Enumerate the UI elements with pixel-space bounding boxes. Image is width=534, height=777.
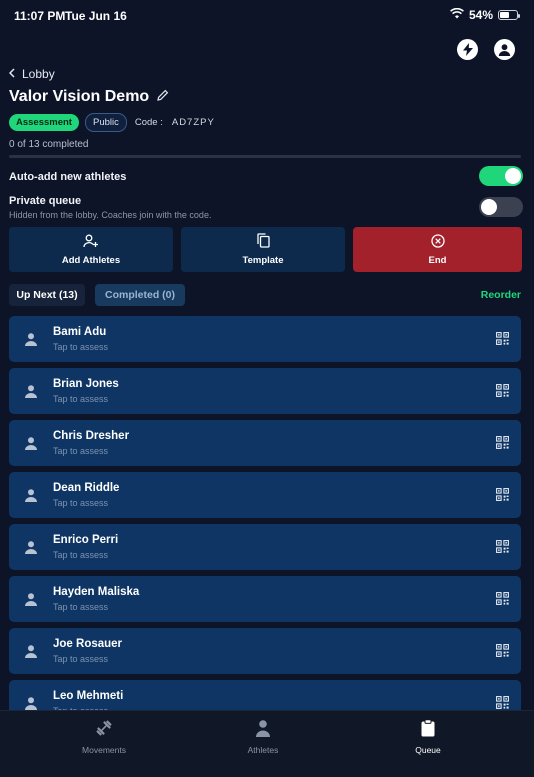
end-label: End <box>428 254 447 266</box>
tab-up-next[interactable]: Up Next (13) <box>9 284 85 306</box>
chevron-left-icon <box>8 67 15 81</box>
code-label: Code : <box>134 117 163 128</box>
pencil-icon[interactable] <box>157 88 169 106</box>
qr-code-icon[interactable] <box>496 332 509 350</box>
person-icon <box>24 332 38 351</box>
session-code: AD7ZPY <box>171 117 215 128</box>
athlete-name: Leo Mehmeti <box>53 690 124 702</box>
list-item[interactable]: Enrico Perri Tap to assess <box>9 524 521 570</box>
qr-code-icon[interactable] <box>496 488 509 506</box>
bottom-nav: Movements Athletes Queue <box>0 710 534 777</box>
reorder-button[interactable]: Reorder <box>481 289 521 301</box>
person-icon <box>24 384 38 403</box>
list-item[interactable]: Leo Mehmeti Tap to assess <box>9 680 521 710</box>
lightning-icon[interactable] <box>457 39 478 60</box>
qr-code-icon[interactable] <box>496 540 509 558</box>
athlete-subtitle: Tap to assess <box>53 342 109 352</box>
private-queue-setting: Private queue Hidden from the lobby. Coa… <box>9 195 523 220</box>
page-title: Valor Vision Demo <box>9 88 150 105</box>
wifi-icon <box>450 7 464 22</box>
qr-code-icon[interactable] <box>496 696 509 710</box>
athlete-subtitle: Tap to assess <box>53 394 109 404</box>
person-icon <box>24 540 38 559</box>
person-icon <box>24 436 38 455</box>
add-athletes-label: Add Athletes <box>61 254 121 266</box>
athlete-subtitle: Tap to assess <box>53 654 109 664</box>
nav-movements[interactable]: Movements <box>44 719 164 755</box>
athlete-name: Enrico Perri <box>53 534 119 546</box>
nav-athletes[interactable]: Athletes <box>203 719 323 755</box>
person-icon <box>24 592 38 611</box>
progress-bar <box>9 155 521 158</box>
list-item[interactable]: Hayden Maliska Tap to assess <box>9 576 521 622</box>
qr-code-icon[interactable] <box>496 384 509 402</box>
back-label: Lobby <box>22 67 55 81</box>
add-athletes-button[interactable]: Add Athletes <box>9 227 173 272</box>
battery-percent: 54% <box>468 8 493 22</box>
progress-text: 0 of 13 completed <box>9 139 89 150</box>
athlete-subtitle: Tap to assess <box>53 602 109 612</box>
nav-athletes-label: Athletes <box>247 745 279 755</box>
type-badge: Assessment <box>9 114 79 131</box>
athlete-name: Dean Riddle <box>53 482 120 494</box>
nav-movements-label: Movements <box>82 745 126 755</box>
auto-add-setting: Auto-add new athletes <box>9 166 523 186</box>
athlete-subtitle: Tap to assess <box>53 550 109 560</box>
athlete-name: Chris Dresher <box>53 430 130 442</box>
dumbbell-icon <box>95 719 113 739</box>
end-button[interactable]: End <box>353 227 522 272</box>
athlete-subtitle: Tap to assess <box>53 446 109 456</box>
private-queue-description: Hidden from the lobby. Coaches join with… <box>9 210 212 220</box>
athlete-name: Brian Jones <box>53 378 119 390</box>
private-queue-label: Private queue <box>9 195 82 207</box>
person-icon <box>255 719 271 739</box>
auto-add-label: Auto-add new athletes <box>9 171 127 183</box>
person-icon <box>24 644 38 663</box>
athlete-name: Joe Rosauer <box>53 638 123 650</box>
nav-queue-label: Queue <box>415 745 441 755</box>
person-icon <box>24 488 38 507</box>
list-item[interactable]: Chris Dresher Tap to assess <box>9 420 521 466</box>
qr-code-icon[interactable] <box>496 592 509 610</box>
toggle-knob <box>481 199 497 215</box>
status-bar: 11:07 PM Tue Jun 16 54% <box>0 0 534 30</box>
template-label: Template <box>242 255 284 266</box>
clipboard-icon <box>421 719 435 739</box>
private-queue-toggle[interactable] <box>479 197 523 217</box>
battery-icon <box>498 10 520 20</box>
person-icon <box>24 696 38 710</box>
status-date: Tue Jun 16 <box>65 9 127 23</box>
profile-icon[interactable] <box>494 39 515 60</box>
tab-completed[interactable]: Completed (0) <box>95 284 185 306</box>
visibility-badge: Public <box>84 113 127 132</box>
athlete-name: Bami Adu <box>53 326 107 338</box>
list-item[interactable]: Brian Jones Tap to assess <box>9 368 521 414</box>
auto-add-toggle[interactable] <box>479 166 523 186</box>
back-link[interactable]: Lobby <box>8 67 55 81</box>
qr-code-icon[interactable] <box>496 436 509 454</box>
template-button[interactable]: Template <box>181 227 345 272</box>
athlete-list[interactable]: Bami Adu Tap to assess Brian Jones Tap t… <box>9 316 521 710</box>
copy-icon <box>256 233 270 251</box>
list-item[interactable]: Joe Rosauer Tap to assess <box>9 628 521 674</box>
toggle-knob <box>505 168 521 184</box>
nav-queue[interactable]: Queue <box>368 719 488 755</box>
athlete-name: Hayden Maliska <box>53 586 140 598</box>
list-item[interactable]: Dean Riddle Tap to assess <box>9 472 521 518</box>
athlete-subtitle: Tap to assess <box>53 498 109 508</box>
close-circle-icon <box>430 233 445 251</box>
qr-code-icon[interactable] <box>496 644 509 662</box>
list-item[interactable]: Bami Adu Tap to assess <box>9 316 521 362</box>
status-time: 11:07 PM <box>14 9 66 23</box>
add-user-icon <box>83 234 99 251</box>
battery-fill <box>500 12 509 18</box>
